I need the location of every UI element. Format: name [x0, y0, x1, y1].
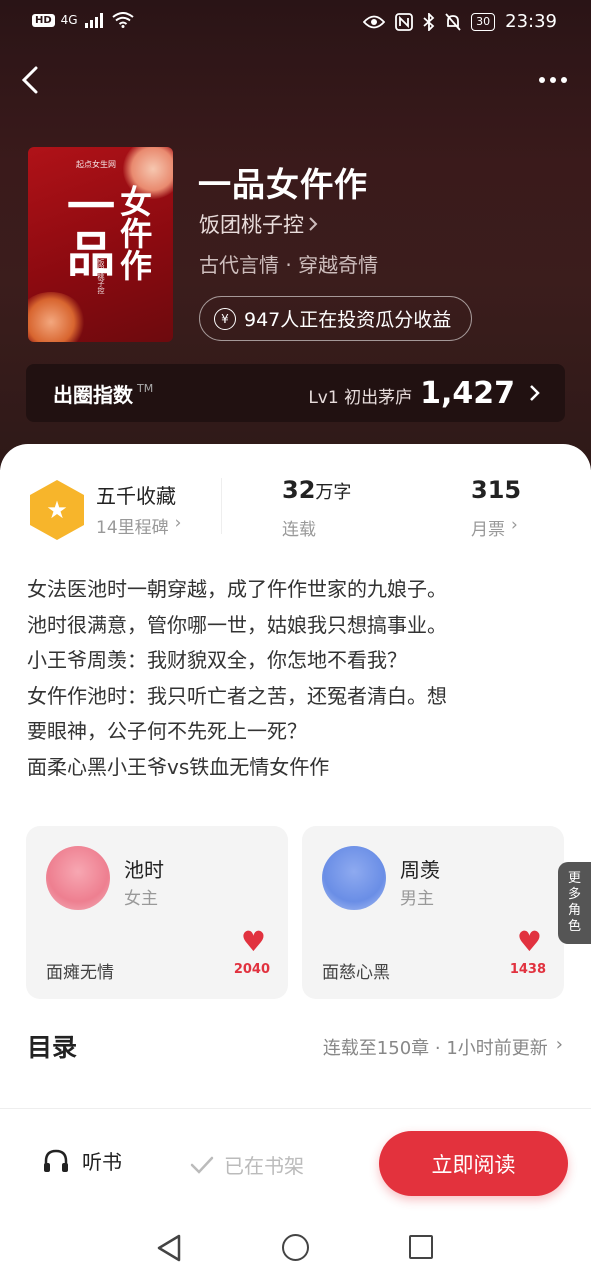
invest-button[interactable]: ¥ 947人正在投资瓜分收益	[199, 296, 473, 341]
hd-badge: HD	[32, 13, 55, 27]
character-avatar	[46, 846, 110, 910]
heart-icon[interactable]: ♥	[241, 928, 266, 956]
toc-link[interactable]: 连载至150章 · 1小时前更新 ›	[323, 1034, 563, 1060]
clock: 23:39	[505, 11, 557, 32]
more-options-button[interactable]	[529, 62, 577, 98]
author-link[interactable]: 饭团桃子控	[199, 209, 318, 239]
book-cover[interactable]: 起点女生网 一品 女仵作 饭团桃子控	[28, 147, 173, 342]
toc-title: 目录	[27, 1033, 78, 1062]
divider	[221, 478, 222, 534]
listen-label: 听书	[82, 1150, 122, 1174]
chevron-right-icon: ›	[511, 515, 518, 535]
nav-home-icon[interactable]	[282, 1234, 309, 1261]
character-tag: 面瘫无情	[46, 963, 114, 983]
synopsis-line: 要眼神，公子何不先死上一死？	[27, 719, 307, 743]
signal-icon	[84, 13, 103, 28]
shelf-button[interactable]: 已在书架	[190, 1150, 304, 1179]
word-count-unit: 万字	[315, 482, 352, 503]
nav-back-icon[interactable]	[155, 1233, 183, 1263]
influence-index-bar[interactable]: 出圈指数 TM Lv1 初出茅庐 1,427	[26, 364, 565, 422]
dot-icon	[550, 77, 556, 83]
character-avatar	[322, 846, 386, 910]
read-now-button[interactable]: 立即阅读	[379, 1131, 568, 1196]
influence-value: 1,427	[420, 375, 515, 411]
milestone-count: 14里程碑	[96, 518, 169, 538]
character-name: 周羡	[400, 858, 440, 882]
chevron-right-icon: ›	[174, 513, 182, 533]
influence-level: Lv1 初出茅庐	[308, 387, 413, 408]
cover-publisher: 起点女生网	[76, 160, 116, 169]
influence-label: 出圈指数	[53, 382, 133, 407]
character-role: 女主	[124, 889, 158, 909]
invest-text: 947人正在投资瓜分收益	[244, 309, 452, 331]
chevron-right-icon: ›	[555, 1034, 563, 1055]
monthly-votes-label: 月票	[471, 520, 505, 540]
word-count: 32万字	[282, 476, 351, 504]
wifi-icon	[111, 12, 134, 28]
dot-icon	[561, 77, 567, 83]
character-tag: 面慈心黑	[322, 963, 390, 983]
back-button[interactable]	[14, 62, 46, 98]
synopsis-line: 面柔心黑小王爷vs铁血无情女仵作	[27, 754, 330, 779]
cover-author: 饭团桃子控	[97, 259, 105, 294]
toc-update-info: 连载至150章 · 1小时前更新	[322, 1038, 548, 1059]
chevron-right-icon	[309, 217, 318, 231]
system-nav-bar	[0, 1218, 591, 1280]
character-card[interactable]: 周羡 男主 面慈心黑 ♥ 1438	[302, 826, 564, 999]
battery-indicator: 30	[471, 12, 496, 31]
cover-title-sub: 女仵作	[115, 185, 153, 281]
author-name: 饭团桃子控	[199, 213, 304, 237]
trademark-mark: TM	[137, 382, 154, 395]
character-likes: 1438	[509, 962, 546, 977]
synopsis[interactable]: 女法医池时一朝穿越，成了仵作世家的九娘子。 池时很满意，管你哪一世，姑娘我只想搞…	[27, 572, 567, 785]
chevron-right-icon	[530, 385, 540, 401]
serial-status: 连载	[282, 520, 316, 540]
book-title: 一品女仵作	[198, 165, 368, 204]
status-bar: HD 4G 30 23:39	[0, 0, 591, 44]
genre-tags: 古代言情 · 穿越奇情	[199, 253, 379, 277]
synopsis-line: 池时很满意，管你哪一世，姑娘我只想搞事业。	[27, 612, 447, 637]
eye-icon	[363, 15, 386, 28]
synopsis-line: 女仵作池时：我只听亡者之苦，还冤者清白。想	[27, 683, 447, 708]
word-count-number: 32	[282, 476, 316, 504]
more-characters-tab[interactable]: 更多角色	[558, 862, 591, 944]
checkmark-icon	[190, 1156, 214, 1174]
headphones-icon	[44, 1149, 68, 1172]
flower-decoration	[28, 292, 86, 342]
yen-icon: ¥	[214, 307, 236, 330]
monthly-votes-count[interactable]: 315	[471, 476, 521, 504]
heart-icon[interactable]: ♥	[517, 928, 542, 956]
character-name: 池时	[124, 858, 164, 882]
synopsis-line: 小王爷周羡：我财貌双全，你怎地不看我？	[27, 648, 407, 672]
more-characters-label: 更多角色	[567, 871, 581, 934]
shelf-label: 已在书架	[224, 1154, 304, 1178]
dot-icon	[539, 77, 545, 83]
nav-recents-icon[interactable]	[409, 1235, 433, 1259]
listen-button[interactable]: 听书	[42, 1146, 122, 1175]
monthly-votes-link[interactable]: 月票 ›	[471, 515, 518, 540]
chevron-left-icon	[21, 66, 38, 94]
signal-label: 4G	[60, 13, 78, 27]
milestone-link[interactable]: 14里程碑 ›	[96, 513, 181, 538]
synopsis-line: 女法医池时一朝穿越，成了仵作世家的九娘子。	[27, 577, 447, 601]
character-likes: 2040	[233, 962, 270, 977]
nfc-icon	[395, 12, 414, 31]
mute-bell-icon	[445, 12, 461, 31]
character-card[interactable]: 池时 女主 面瘫无情 ♥ 2040	[26, 826, 288, 999]
bluetooth-icon	[423, 12, 435, 31]
character-role: 男主	[400, 889, 434, 909]
collection-milestone[interactable]: 五千收藏	[96, 480, 176, 509]
